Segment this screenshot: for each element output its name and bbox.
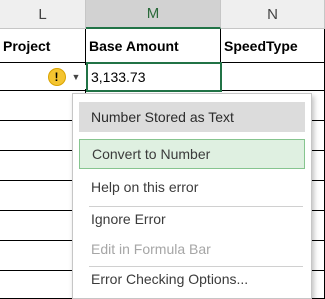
- cell-text: Project: [3, 37, 51, 54]
- column-letter: L: [38, 5, 47, 23]
- cell-text: Base Amount: [89, 37, 179, 54]
- error-smart-tag-button[interactable]: ! ▼: [42, 65, 86, 89]
- menu-item-ignore-error[interactable]: Ignore Error: [79, 204, 305, 234]
- chevron-down-icon: ▼: [71, 72, 81, 82]
- menu-item-convert-to-number[interactable]: Convert to Number: [79, 139, 305, 169]
- column-header-l[interactable]: L: [0, 0, 86, 29]
- menu-item-label: Ignore Error: [91, 211, 166, 227]
- active-cell-m2[interactable]: 3,133.73: [86, 62, 222, 92]
- warning-glyph: !: [54, 70, 59, 84]
- cell-base-amount-header[interactable]: Base Amount: [86, 29, 221, 63]
- column-header-m[interactable]: M: [86, 0, 221, 29]
- menu-item-label: Error Checking Options...: [91, 271, 249, 287]
- cell-text: SpeedType: [224, 37, 298, 54]
- column-letter: M: [146, 5, 160, 22]
- menu-item-label: Edit in Formula Bar: [91, 241, 211, 257]
- column-letter: N: [267, 5, 278, 23]
- menu-item-label: Help on this error: [91, 179, 199, 195]
- menu-item-help-on-error[interactable]: Help on this error: [79, 172, 305, 202]
- cell-value: 3,133.73: [91, 69, 146, 85]
- menu-item-error-checking-options[interactable]: Error Checking Options...: [79, 264, 305, 294]
- warning-icon: !: [47, 68, 66, 86]
- cell-n2[interactable]: [221, 63, 325, 91]
- error-checking-menu: Number Stored as Text Convert to Number …: [72, 93, 312, 299]
- menu-title: Number Stored as Text: [79, 102, 305, 132]
- column-header-n[interactable]: N: [221, 0, 325, 29]
- menu-title-text: Number Stored as Text: [91, 109, 234, 125]
- menu-item-edit-in-formula-bar: Edit in Formula Bar: [79, 234, 305, 264]
- menu-item-label: Convert to Number: [92, 146, 211, 162]
- cell-project-header[interactable]: Project: [0, 29, 86, 63]
- cell-speedtype-header[interactable]: SpeedType: [221, 29, 325, 63]
- spreadsheet: L M N Project Base Amount SpeedType 3,13…: [0, 0, 325, 299]
